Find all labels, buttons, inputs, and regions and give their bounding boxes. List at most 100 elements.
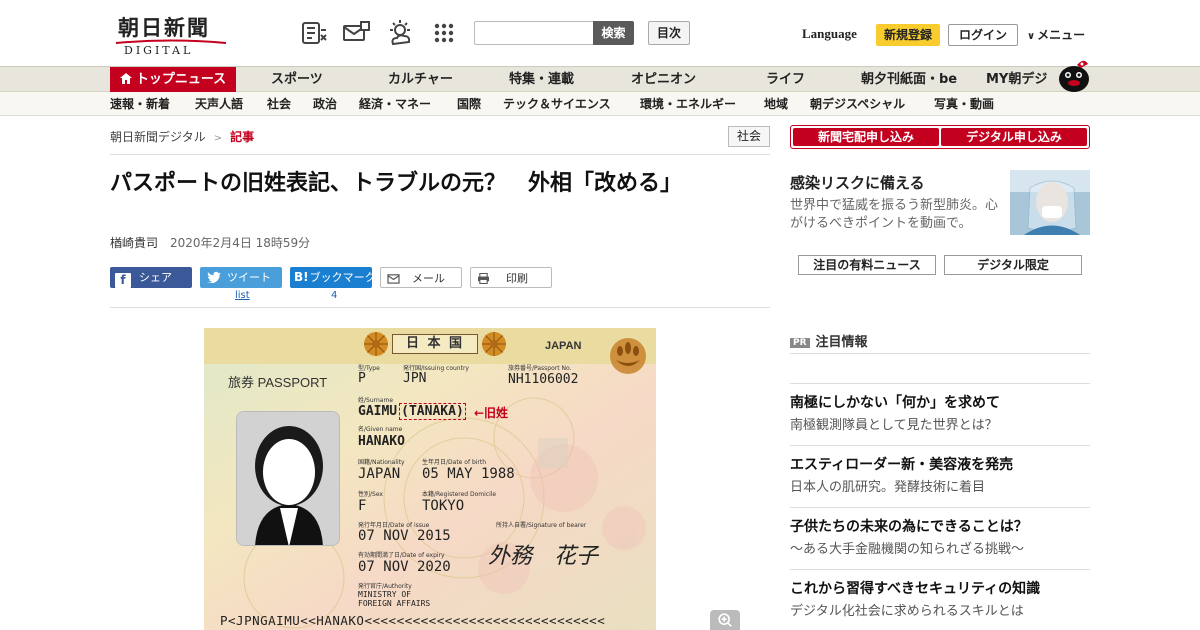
printer-icon — [478, 272, 489, 285]
passport-no-label: 旅券番号/Passport No. — [508, 365, 572, 372]
search-input[interactable] — [474, 21, 594, 45]
search-button[interactable]: 検索 — [593, 21, 634, 45]
sponsored-item-subtitle: 南極観測隊員として見た世界とは？ — [790, 418, 998, 433]
promo-image[interactable] — [1010, 170, 1090, 235]
passport-type: P — [358, 371, 366, 386]
nav2-item-tech-science[interactable]: テック＆サイエンス — [503, 92, 611, 116]
nav2-item-latest[interactable]: 速報・新着 — [110, 92, 170, 116]
passport-nationality: JAPAN — [358, 466, 401, 482]
logo-sub-text: DIGITAL — [124, 44, 194, 57]
site-header: 朝日新聞 DIGITAL 検索 目次 Language 新規登録 ログイン ∨ メ… — [0, 0, 1200, 66]
twitter-share-button[interactable]: ツイート — [200, 267, 282, 288]
nav2-item-special[interactable]: 朝デジスペシャル — [810, 92, 905, 116]
passport-country-en: JAPAN — [545, 340, 582, 352]
nav2-item-environment[interactable]: 環境・エネルギー — [640, 92, 736, 116]
sponsored-item[interactable]: エスティローダー新・美容液を発売 日本人の肌研究。発酵技術に着目 — [790, 456, 1090, 497]
newspaper-icon[interactable] — [299, 18, 329, 48]
facebook-share-button[interactable]: f シェア — [110, 267, 192, 288]
zoom-in-button[interactable] — [710, 610, 740, 630]
nav2-item-photo-video[interactable]: 写真・動画 — [934, 92, 994, 116]
language-link[interactable]: Language — [802, 26, 857, 42]
hatena-count[interactable]: 4 — [331, 290, 337, 301]
old-surname-box: (TANAKA) — [399, 403, 466, 420]
divider — [790, 383, 1090, 384]
paid-news-button[interactable]: 注目の有料ニュース — [798, 255, 936, 275]
divider — [110, 154, 770, 155]
nav-item-top-news[interactable]: トップニュース — [110, 67, 236, 92]
nav2-item-politics[interactable]: 政治 — [313, 92, 337, 116]
nav2-item-region[interactable]: 地域 — [764, 92, 788, 116]
chevron-down-icon: ∨ — [1027, 31, 1036, 42]
sponsored-item[interactable]: 子供たちの未来の為にできることは？ ～ある大手金融機関の知られざる挑戦～ — [790, 518, 1090, 559]
portrait-silhouette-icon — [237, 412, 339, 545]
nav2-item-tensei-jingo[interactable]: 天声人語 — [195, 92, 243, 116]
sponsored-item[interactable]: これから習得すべきセキュリティの知識 デジタル化社会に求められるスキルとは — [790, 580, 1090, 621]
nav-item-label: トップニュース — [135, 72, 227, 87]
subscription-bar: 新聞宅配申し込み デジタル申し込み — [790, 125, 1090, 149]
authority-line-2: FOREIGN AFFAIRS — [358, 599, 431, 608]
sponsored-item-title: エスティローダー新・美容液を発売 — [790, 457, 1014, 473]
article-byline: 楢崎貴司 2020年2月4日 18時59分 — [110, 234, 310, 251]
divider — [790, 569, 1090, 570]
sex-label: 性別/Sex — [358, 491, 383, 498]
hatena-icon: B! — [294, 270, 309, 284]
author-name[interactable]: 楢崎貴司 — [110, 236, 158, 250]
mascot-icon[interactable] — [1054, 55, 1092, 93]
breadcrumb-current: 記事 — [230, 130, 255, 144]
portrait-photo — [236, 411, 340, 546]
menu-button[interactable]: ∨ メニュー — [1027, 26, 1085, 43]
nav-item-my-asadigi[interactable]: MY朝デジ — [986, 67, 1047, 92]
passport-doc-label: 旅券 PASSPORT — [228, 375, 328, 390]
print-button[interactable]: 印刷 — [470, 267, 552, 288]
promo-title[interactable]: 感染リスクに備える — [790, 172, 925, 193]
paulownia-emblem-icon — [610, 338, 646, 374]
envelope-icon — [387, 274, 400, 284]
passport-photo[interactable]: 日 本 国 JAPAN 旅券 PASSPORT 型/Type P 発行国/Iss… — [204, 328, 656, 630]
newspaper-subscription-button[interactable]: 新聞宅配申し込み — [793, 128, 939, 146]
signup-button[interactable]: 新規登録 — [876, 24, 940, 46]
breadcrumb-home[interactable]: 朝日新聞デジタル — [110, 130, 206, 144]
twitter-count[interactable]: list — [235, 290, 250, 301]
login-button[interactable]: ログイン — [948, 24, 1018, 46]
nav-item-sports[interactable]: スポーツ — [271, 67, 323, 92]
chrysanthemum-emblem-icon — [482, 332, 506, 356]
nav-item-print-edition[interactable]: 朝夕刊紙面・be — [861, 67, 957, 92]
divider — [790, 353, 1090, 354]
authority-label: 発行官庁/Authority — [358, 583, 412, 590]
chrysanthemum-emblem-icon — [364, 332, 388, 356]
passport-issue-date: 07 NOV 2015 — [358, 528, 451, 544]
logo-main-text: 朝日新聞 — [118, 15, 210, 40]
nav2-item-society[interactable]: 社会 — [267, 92, 291, 116]
primary-nav: トップニュース スポーツ カルチャー 特集・連載 オピニオン ライフ 朝夕刊紙面… — [0, 66, 1200, 92]
nav-item-opinion[interactable]: オピニオン — [631, 67, 696, 92]
passport-country-jp: 日 本 国 — [392, 334, 478, 354]
passport-number: NH1106002 — [508, 372, 579, 387]
passport-mrz: P<JPNGAIMU<<HANAKO<<<<<<<<<<<<<<<<<<<<<<… — [220, 613, 606, 628]
secondary-nav: 速報・新着 天声人語 社会 政治 経済・マネー 国際 テック＆サイエンス 環境・… — [0, 92, 1200, 116]
nav-item-life[interactable]: ライフ — [766, 67, 805, 92]
promo-text[interactable]: 世界中で猛威を振るう新型肺炎。心がけるべきポイントを動画で。 — [790, 197, 1005, 233]
nav2-item-world[interactable]: 国際 — [457, 92, 481, 116]
sponsored-item-title: 子供たちの未来の為にできることは？ — [790, 519, 1028, 535]
weather-icon[interactable] — [385, 18, 415, 48]
category-badge[interactable]: 社会 — [728, 126, 770, 147]
zoom-in-icon — [718, 613, 732, 627]
passport-issuing: JPN — [403, 371, 427, 386]
digital-exclusive-button[interactable]: デジタル限定 — [944, 255, 1082, 275]
mail-share-button[interactable]: メール — [380, 267, 462, 288]
sponsored-item[interactable]: 南極にしかない「何か」を求めて 南極観測隊員として見た世界とは？ — [790, 394, 1090, 435]
sponsored-heading-label: 注目情報 — [815, 335, 868, 350]
site-logo[interactable]: 朝日新聞 DIGITAL — [110, 12, 235, 57]
passport-sex: F — [358, 498, 367, 514]
toc-button[interactable]: 目次 — [648, 21, 690, 45]
nav-item-features[interactable]: 特集・連載 — [509, 67, 574, 92]
mail-delivery-icon[interactable] — [341, 18, 371, 48]
digital-subscription-button[interactable]: デジタル申し込み — [941, 128, 1087, 146]
twitter-bird-icon — [207, 271, 221, 284]
passport-surname: GAIMU (TANAKA) — [358, 403, 466, 420]
nav2-item-economy[interactable]: 経済・マネー — [359, 92, 431, 116]
nav-item-culture[interactable]: カルチャー — [388, 67, 453, 92]
grid-apps-icon[interactable] — [429, 18, 459, 48]
divider — [790, 507, 1090, 508]
hatena-bookmark-button[interactable]: B!ブックマーク — [290, 267, 376, 288]
